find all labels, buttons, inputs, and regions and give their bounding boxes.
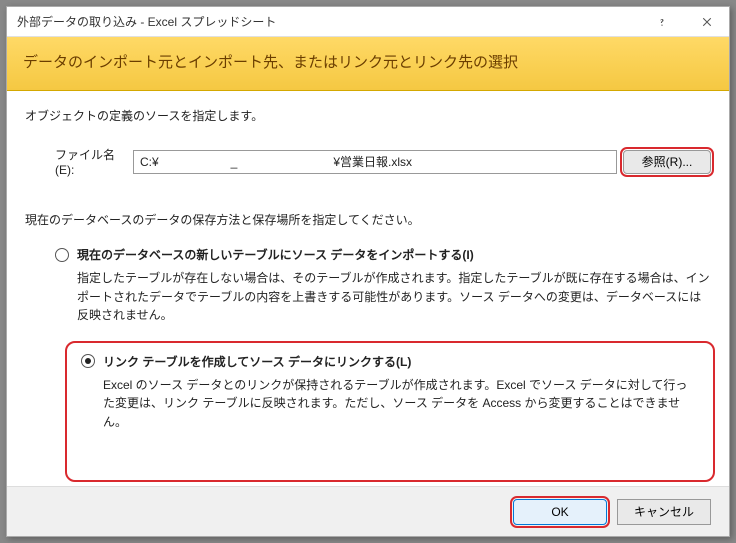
banner-heading: データのインポート元とインポート先、またはリンク元とリンク先の選択 [23,51,713,72]
radio-link[interactable] [81,354,95,368]
file-label: ファイル名(E): [55,146,127,177]
help-button[interactable] [639,7,684,36]
instruction-text: オブジェクトの定義のソースを指定します。 [25,107,711,124]
close-button[interactable] [684,7,729,36]
banner: データのインポート元とインポート先、またはリンク元とリンク先の選択 [7,37,729,91]
option-import: 現在のデータベースの新しいテーブルにソース データをインポートする(I) 指定し… [55,246,711,325]
window-title: 外部データの取り込み - Excel スプレッドシート [17,13,639,30]
highlighted-option: リンク テーブルを作成してソース データにリンクする(L) Excel のソース… [65,341,715,482]
browse-button[interactable]: 参照(R)... [623,150,711,174]
cancel-button[interactable]: キャンセル [617,499,711,525]
titlebar-controls [639,7,729,36]
file-path-input[interactable]: C:¥ _ ¥営業日報.xlsx [133,150,617,174]
help-icon [656,16,668,28]
option-link-desc: Excel のソース データとのリンクが保持されるテーブルが作成されます。Exc… [103,376,699,432]
titlebar: 外部データの取り込み - Excel スプレッドシート [7,7,729,37]
option-link-title: リンク テーブルを作成してソース データにリンクする(L) [103,353,411,370]
close-icon [701,16,713,28]
ok-button[interactable]: OK [513,499,607,525]
sub-instruction-text: 現在のデータベースのデータの保存方法と保存場所を指定してください。 [25,211,711,228]
file-row: ファイル名(E): C:¥ _ ¥営業日報.xlsx 参照(R)... [55,146,711,177]
option-import-desc: 指定したテーブルが存在しない場合は、そのテーブルが作成されます。指定したテーブル… [77,269,711,325]
option-import-title: 現在のデータベースの新しいテーブルにソース データをインポートする(I) [77,246,474,263]
footer: OK キャンセル [7,486,729,536]
option-link: リンク テーブルを作成してソース データにリンクする(L) Excel のソース… [81,353,699,432]
dialog-window: 外部データの取り込み - Excel スプレッドシート データのインポート元とイ… [6,6,730,537]
option-group: 現在のデータベースの新しいテーブルにソース データをインポートする(I) 指定し… [55,246,711,482]
radio-import[interactable] [55,248,69,262]
content-area: オブジェクトの定義のソースを指定します。 ファイル名(E): C:¥ _ ¥営業… [7,91,729,482]
